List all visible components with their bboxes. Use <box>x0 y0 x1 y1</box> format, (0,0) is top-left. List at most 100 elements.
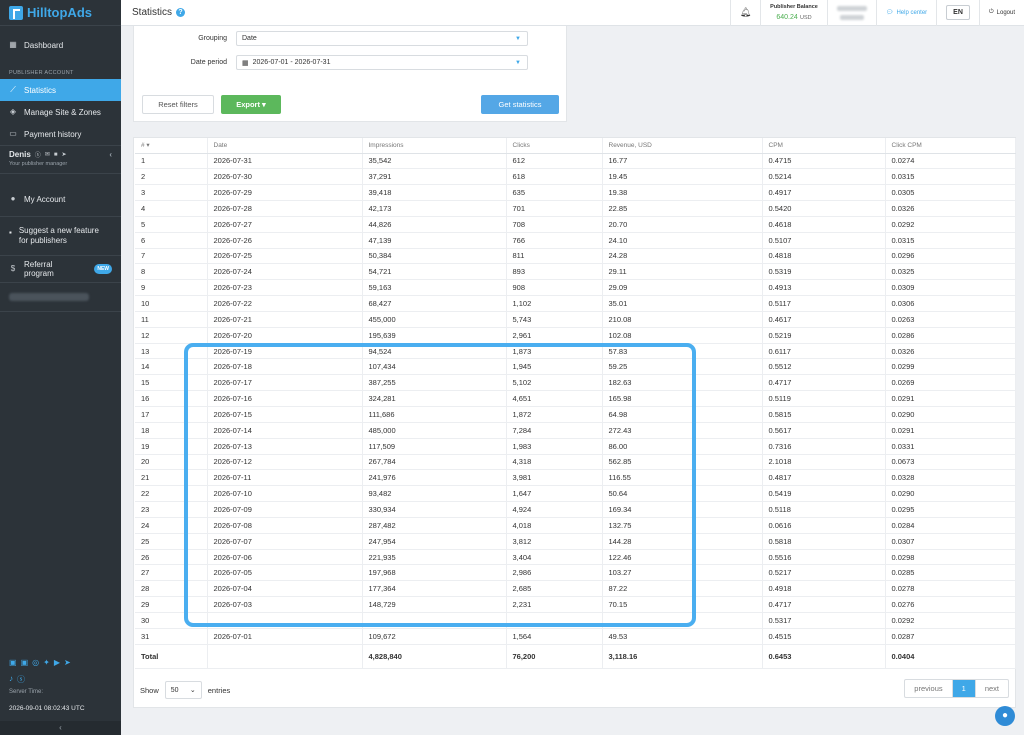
get-statistics-button[interactable]: Get statistics <box>481 95 559 114</box>
column-header-click-cpm[interactable]: Click CPM <box>885 138 1016 154</box>
table-cell: 0.4715 <box>762 153 886 170</box>
entries-select[interactable]: 50 ⌄ <box>164 681 202 699</box>
table-cell: 14 <box>135 358 208 376</box>
column-header-number[interactable]: # ▾ <box>135 138 208 154</box>
sidebar-item-manage[interactable]: ◈ Manage Site & Zones <box>0 101 121 123</box>
tiktok-icon[interactable]: ♪ <box>9 674 13 685</box>
video-icon[interactable]: ■ <box>54 152 58 158</box>
previous-page-button[interactable]: previous <box>905 680 951 697</box>
table-cell: 117,509 <box>362 438 507 455</box>
grouping-select[interactable]: Date ▼ <box>236 31 528 46</box>
entries-label: entries <box>207 685 231 695</box>
help-center-link[interactable]: 💬︎ Help center <box>875 0 936 26</box>
table-row: 30 0.5317 0.0292 <box>135 612 1016 629</box>
table-cell: 19.38 <box>602 184 763 202</box>
total-cell: 0.6453 <box>762 643 886 669</box>
table-cell: 39,418 <box>362 184 507 202</box>
table-cell: 0.0673 <box>885 454 1016 471</box>
table-cell: 2026-07-29 <box>207 184 363 202</box>
grouping-label: Grouping <box>198 35 227 42</box>
table-cell: 0.0298 <box>885 549 1016 566</box>
table-cell: 0.0331 <box>885 438 1016 455</box>
total-cell: 4,828,840 <box>362 643 507 669</box>
twitter-icon[interactable]: ✦ <box>43 658 50 667</box>
table-cell: 0.0309 <box>885 279 1016 297</box>
chevron-left-icon[interactable]: ‹ <box>109 150 112 159</box>
sidebar-item-my-account[interactable]: ● My Account <box>0 188 121 210</box>
table-cell: 86.00 <box>602 438 763 455</box>
telegram-icon[interactable]: ➤ <box>64 658 71 667</box>
table-cell: 20.70 <box>602 216 763 233</box>
table-cell: 2026-07-01 <box>207 628 363 645</box>
notifications-button[interactable]: 🔔︎ <box>729 0 760 26</box>
help-icon[interactable]: ? <box>176 8 186 17</box>
table-cell: 0.0276 <box>885 596 1016 613</box>
linkedin-icon[interactable]: ▣ <box>21 658 29 667</box>
skype-icon[interactable]: ⓢ <box>17 674 25 685</box>
table-cell: 2026-07-12 <box>207 454 363 471</box>
table-cell: 0.4918 <box>762 580 886 598</box>
table-cell: 0.0284 <box>885 517 1016 534</box>
table-cell: 330,934 <box>362 501 507 518</box>
table-cell: 50,384 <box>362 248 507 265</box>
table-cell: 28 <box>135 580 208 598</box>
entries-control: Show 50 ⌄ entries <box>140 681 230 699</box>
mail-icon[interactable]: ✉ <box>45 151 50 158</box>
table-cell: 485,000 <box>362 422 507 439</box>
table-cell: 2026-07-11 <box>207 469 363 487</box>
facebook-icon[interactable]: ▣ <box>9 658 17 667</box>
account-info-blurred[interactable] <box>826 0 876 26</box>
table-cell: 2,231 <box>506 596 603 613</box>
youtube-icon[interactable]: ▶ <box>54 658 60 667</box>
instagram-icon[interactable]: ◎ <box>32 658 39 667</box>
sidebar-item-payment[interactable]: ▭ Payment history <box>0 123 121 145</box>
sidebar-item-statistics[interactable]: ⟋ Statistics <box>0 79 121 101</box>
reset-filters-button[interactable]: Reset filters <box>142 95 214 114</box>
table-cell <box>362 612 507 629</box>
next-page-button[interactable]: next <box>976 680 1008 697</box>
table-cell: 0.0290 <box>885 406 1016 423</box>
table-cell: 0.0296 <box>885 248 1016 265</box>
table-cell: 35.01 <box>602 295 763 312</box>
table-cell: 116.55 <box>602 469 763 487</box>
skype-icon[interactable]: ⓢ <box>35 150 41 159</box>
table-cell: 0.0616 <box>762 517 886 534</box>
table-row: 19 2026-07-13 117,509 1,983 86.00 0.7316 0.033… <box>135 438 1016 455</box>
table-cell: 59,163 <box>362 279 507 297</box>
sidebar-item-referral[interactable]: $ Referral program NEW <box>0 256 121 282</box>
logout-button[interactable]: ⏻ Logout <box>978 0 1024 26</box>
collapse-sidebar-button[interactable]: ‹ <box>0 721 121 735</box>
table-cell: 0.0290 <box>885 485 1016 503</box>
table-cell: 2026-07-20 <box>207 327 363 344</box>
table-row: 22 2026-07-10 93,482 1,647 50.64 0.5419 0.0290 <box>135 485 1016 503</box>
language-button[interactable]: EN <box>946 5 970 20</box>
table-cell: 272.43 <box>602 422 763 439</box>
table-cell: 5,102 <box>506 374 603 392</box>
logo[interactable]: HilltopAds <box>0 0 121 26</box>
table-cell: 29 <box>135 596 208 613</box>
telegram-icon[interactable]: ➤ <box>61 151 66 158</box>
table-cell: 0.4817 <box>762 469 886 487</box>
column-header-impressions[interactable]: Impressions <box>362 138 507 154</box>
table-cell: 148,729 <box>362 596 507 613</box>
column-header-date[interactable]: Date <box>207 138 363 154</box>
table-row: 21 2026-07-11 241,976 3,981 116.55 0.4817 0.03… <box>135 469 1016 487</box>
table-cell: 2026-07-04 <box>207 580 363 598</box>
export-button[interactable]: Export ▾ <box>221 95 281 114</box>
chat-support-button[interactable]: ● <box>995 706 1015 726</box>
table-cell: 324,281 <box>362 390 507 407</box>
table-cell: 54,721 <box>362 263 507 281</box>
table-cell: 0.5118 <box>762 501 886 518</box>
column-header-cpm[interactable]: CPM <box>762 138 886 154</box>
sidebar-item-dashboard[interactable]: ▦ Dashboard <box>0 34 121 56</box>
column-header-clicks[interactable]: Clicks <box>506 138 603 154</box>
sidebar-item-suggest[interactable]: ▪ Suggest a new feature for publishers <box>0 217 121 255</box>
table-row: 14 2026-07-18 107,434 1,945 59.25 0.5512 0.029… <box>135 358 1016 376</box>
sidebar-item-label: Payment history <box>24 129 82 139</box>
table-cell: 1,873 <box>506 343 603 360</box>
table-cell: 122.46 <box>602 549 763 566</box>
date-period-select[interactable]: ▦ 2026-07-01 - 2026-07-31 ▼ <box>236 55 528 70</box>
table-cell: 1,872 <box>506 406 603 423</box>
column-header-revenue[interactable]: Revenue, USD <box>602 138 763 154</box>
page-1-button[interactable]: 1 <box>951 680 976 697</box>
